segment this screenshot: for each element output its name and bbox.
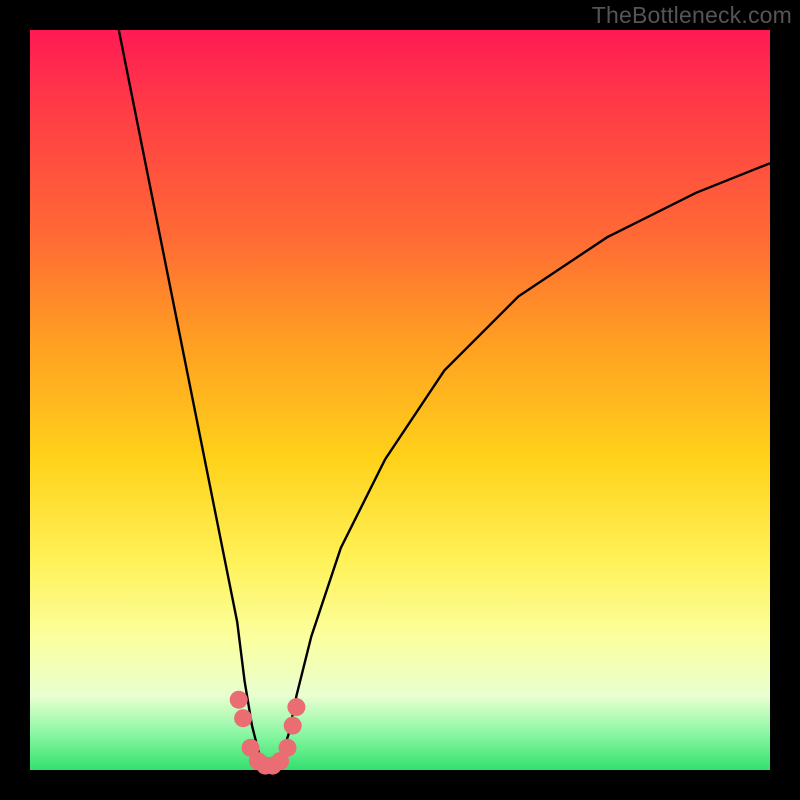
plot-area: [30, 30, 770, 770]
marker-dots: [230, 691, 306, 775]
attribution-text: TheBottleneck.com: [592, 2, 792, 29]
marker-dot: [230, 691, 248, 709]
marker-dot: [287, 698, 305, 716]
marker-dot: [284, 717, 302, 735]
chart-frame: TheBottleneck.com: [0, 0, 800, 800]
marker-dot: [279, 739, 297, 757]
bottleneck-curve: [119, 30, 770, 766]
marker-dot: [234, 709, 252, 727]
curve-layer: [30, 30, 770, 770]
